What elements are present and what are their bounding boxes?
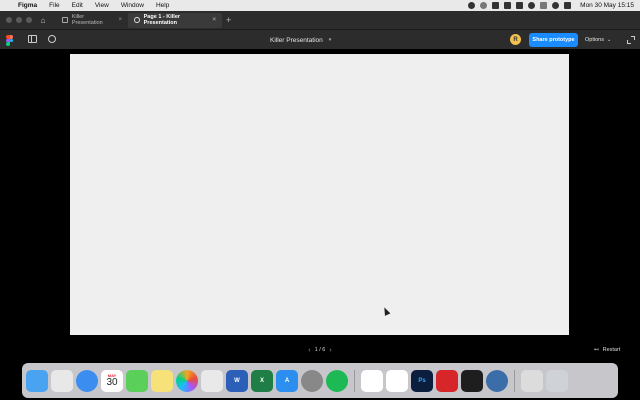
trash-icon[interactable] bbox=[546, 369, 568, 392]
photoshop-icon[interactable]: Ps bbox=[411, 369, 433, 392]
chevron-down-icon: ⌄ bbox=[606, 37, 612, 43]
battery-icon[interactable] bbox=[540, 2, 548, 9]
status-icon[interactable] bbox=[480, 2, 488, 9]
file-title: Killer Presentation bbox=[270, 36, 323, 44]
menu-window[interactable]: Window bbox=[121, 2, 144, 9]
system-preferences-icon[interactable] bbox=[301, 369, 323, 392]
window-controls bbox=[0, 17, 36, 23]
menu-clock[interactable]: Mon 30 May 15:15 bbox=[580, 2, 634, 9]
safari-icon[interactable] bbox=[76, 369, 98, 392]
tab-label: Killer Presentation bbox=[71, 14, 103, 26]
photos-icon[interactable] bbox=[176, 369, 198, 392]
file-icon bbox=[62, 17, 68, 23]
finder-icon[interactable] bbox=[26, 369, 48, 392]
launchpad-icon[interactable] bbox=[51, 369, 73, 392]
tray-app-icon[interactable] bbox=[504, 2, 512, 9]
menu-view[interactable]: View bbox=[95, 2, 109, 9]
dock-divider bbox=[514, 369, 515, 392]
play-icon bbox=[134, 17, 140, 23]
word-icon[interactable]: W bbox=[226, 369, 248, 392]
fullscreen-window-icon[interactable] bbox=[26, 17, 32, 23]
file-title-menu[interactable]: Killer Presentation ▾ bbox=[270, 30, 331, 50]
close-window-icon[interactable] bbox=[6, 17, 12, 23]
keyboard-viewer-icon[interactable] bbox=[521, 369, 543, 392]
wifi-icon[interactable] bbox=[528, 2, 536, 9]
previous-frame-icon[interactable]: ‹ bbox=[308, 347, 310, 354]
restart-label: Restart bbox=[602, 347, 621, 353]
notes-icon[interactable] bbox=[151, 369, 173, 392]
expand-icon[interactable] bbox=[627, 36, 635, 44]
options-label: Options bbox=[585, 37, 604, 43]
prototype-toolbar: Killer Presentation ▾ R Share prototype … bbox=[0, 29, 640, 49]
frame-pager: ‹ 1 / 6 › bbox=[300, 344, 340, 356]
tab-file[interactable]: Killer Presentation × bbox=[56, 13, 128, 28]
close-tab-icon[interactable]: × bbox=[212, 17, 216, 23]
close-tab-icon[interactable]: × bbox=[118, 17, 122, 23]
control-center-icon[interactable] bbox=[564, 2, 572, 9]
record-icon[interactable] bbox=[468, 2, 476, 9]
comment-icon[interactable] bbox=[48, 35, 56, 43]
dock: MAY 30 W X A Ps bbox=[22, 363, 618, 398]
tab-prototype[interactable]: Page 1 - Killer Presentation × bbox=[128, 12, 222, 28]
options-button[interactable]: Options ⌄ bbox=[585, 33, 611, 47]
calendar-icon[interactable]: MAY 30 bbox=[101, 369, 123, 392]
messages-icon[interactable] bbox=[126, 369, 148, 392]
tray-app-icon[interactable] bbox=[516, 2, 524, 9]
tray-app-icon[interactable] bbox=[492, 2, 500, 9]
screen: Figma File Edit View Window Help Mon 30 … bbox=[0, 0, 640, 400]
figma-app-icon[interactable] bbox=[461, 369, 483, 392]
share-prototype-button[interactable]: Share prototype bbox=[529, 33, 578, 47]
home-icon[interactable]: ⌂ bbox=[36, 13, 50, 27]
tab-label: Page 1 - Killer Presentation bbox=[143, 14, 181, 26]
menu-app-name[interactable]: Figma bbox=[18, 2, 37, 9]
menu-bar: Figma File Edit View Window Help Mon 30 … bbox=[0, 0, 640, 11]
sidebar-toggle-icon[interactable] bbox=[28, 35, 37, 43]
new-tab-icon[interactable]: + bbox=[226, 15, 231, 25]
avatar[interactable]: R bbox=[510, 34, 521, 45]
dock-divider bbox=[354, 369, 355, 392]
app-store-icon[interactable]: A bbox=[276, 369, 298, 392]
frame-count: 1 / 6 bbox=[314, 347, 326, 353]
restart-button[interactable]: ↤ Restart bbox=[594, 345, 620, 355]
chevron-down-icon: ▾ bbox=[328, 37, 332, 43]
search-icon[interactable] bbox=[552, 2, 560, 9]
figma-logo-icon[interactable] bbox=[6, 35, 13, 46]
asana-icon[interactable] bbox=[386, 369, 408, 392]
next-frame-icon[interactable]: › bbox=[329, 347, 331, 354]
excel-icon[interactable]: X bbox=[251, 369, 273, 392]
menu-edit[interactable]: Edit bbox=[72, 2, 83, 9]
quicktime-icon[interactable] bbox=[486, 369, 508, 392]
calendar-day: 30 bbox=[106, 376, 118, 388]
preview-icon[interactable] bbox=[201, 369, 223, 392]
menu-file[interactable]: File bbox=[49, 2, 59, 9]
slack-icon[interactable] bbox=[361, 369, 383, 392]
prototype-frame[interactable] bbox=[70, 54, 569, 335]
restart-icon: ↤ bbox=[594, 347, 599, 353]
minimize-window-icon[interactable] bbox=[16, 17, 22, 23]
spotify-icon[interactable] bbox=[326, 369, 348, 392]
menu-help[interactable]: Help bbox=[156, 2, 169, 9]
tab-bar: ⌂ Killer Presentation × Page 1 - Killer … bbox=[0, 11, 640, 29]
acrobat-icon[interactable] bbox=[436, 369, 458, 392]
